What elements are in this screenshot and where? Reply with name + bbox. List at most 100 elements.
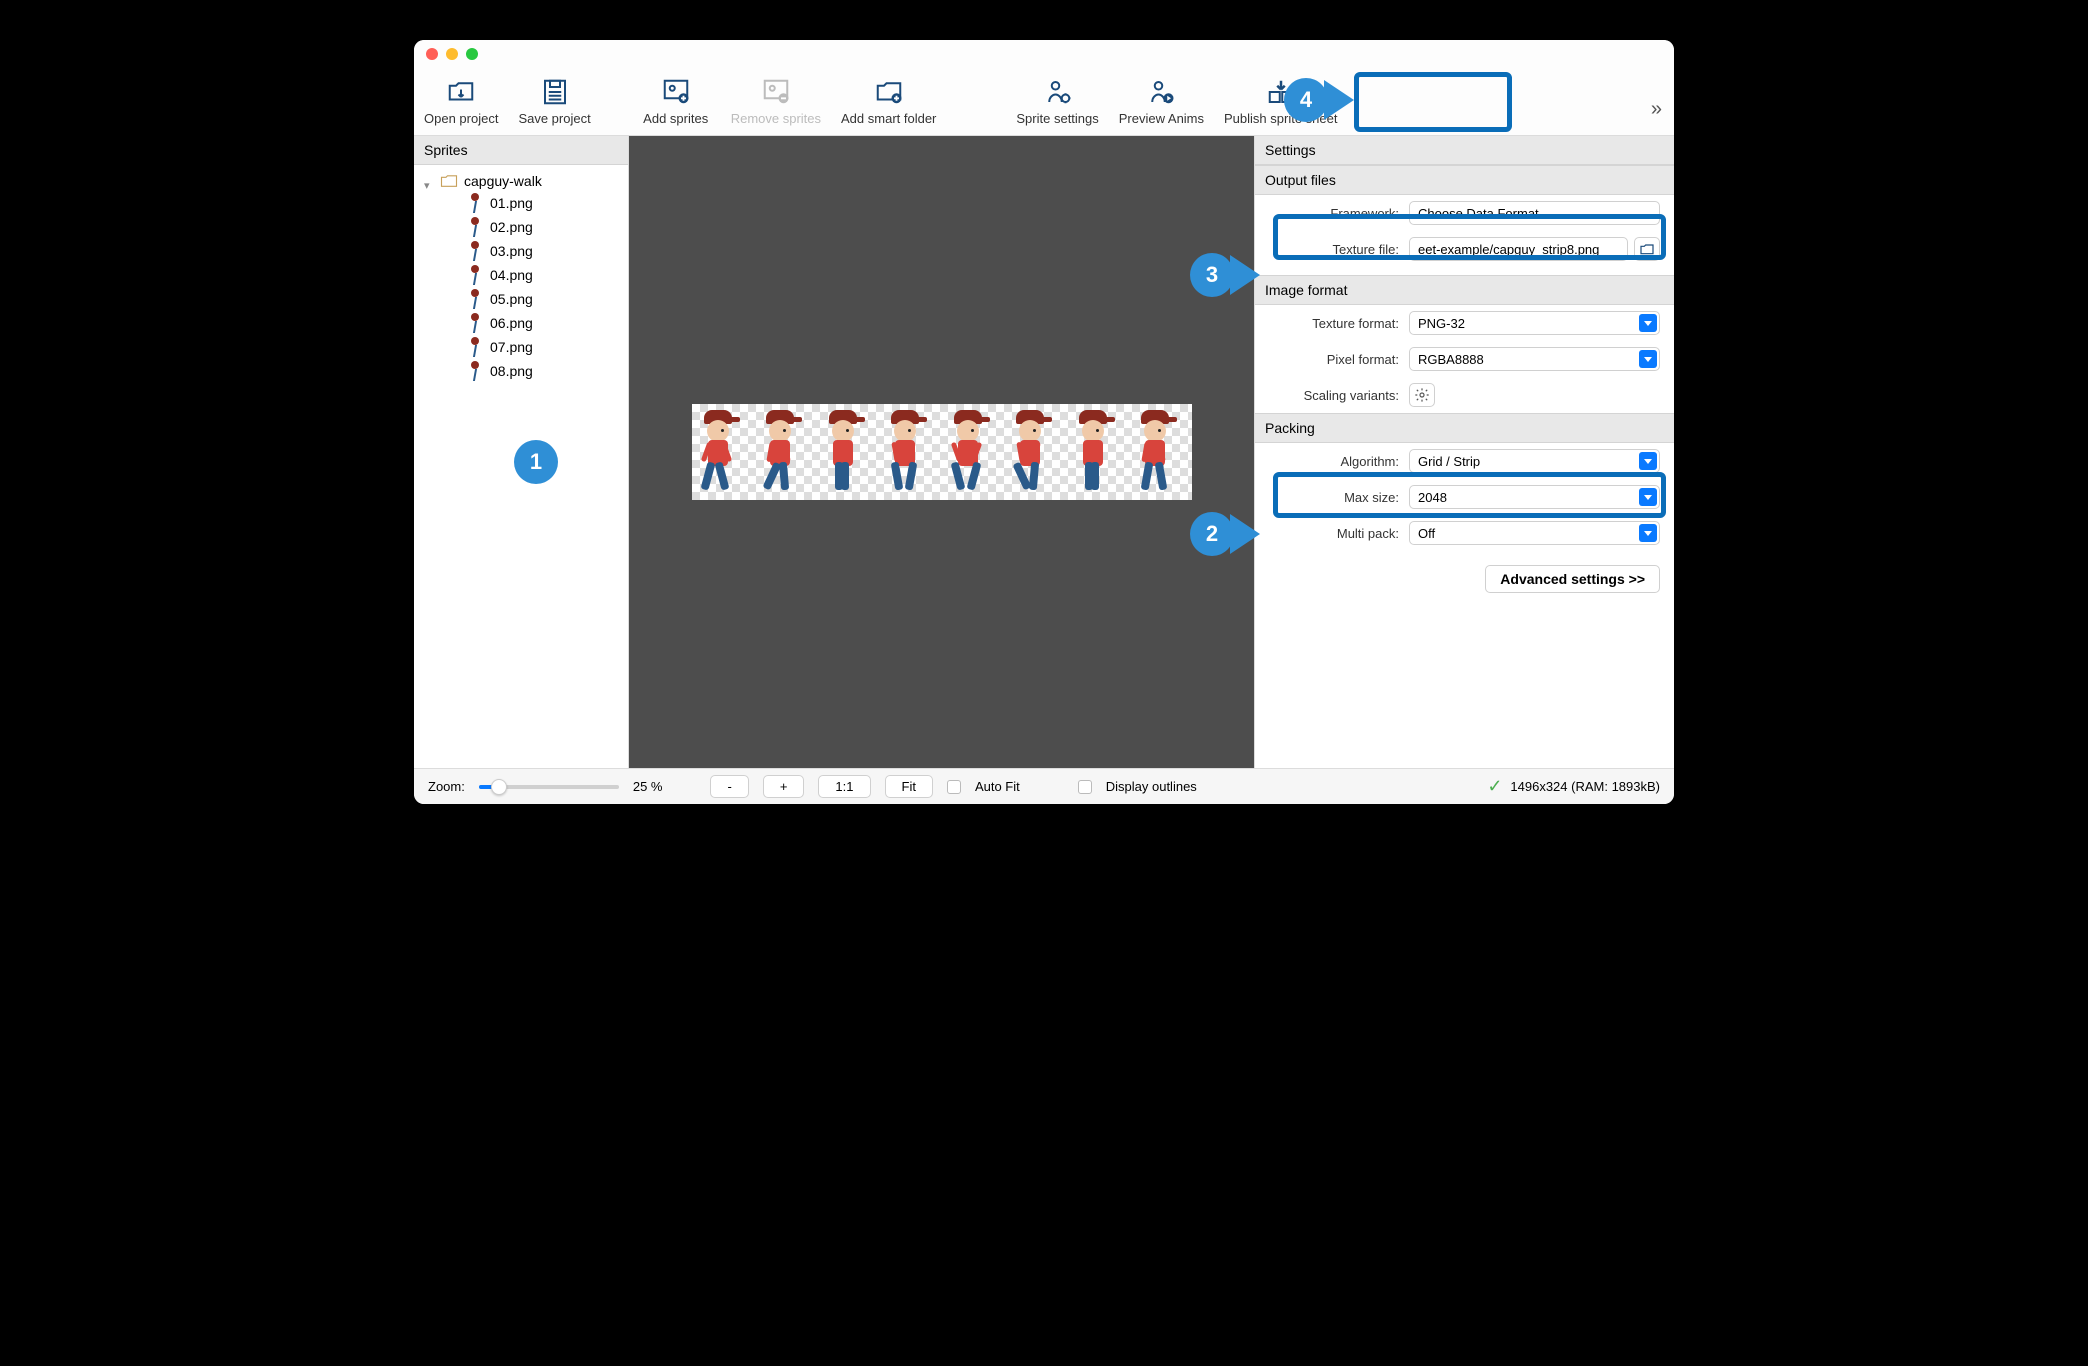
settings-title: Settings bbox=[1255, 136, 1674, 165]
main-area: Sprites capguy-walk 01.png 02.png 03.png… bbox=[414, 136, 1674, 768]
browse-texture-button[interactable] bbox=[1634, 237, 1660, 261]
sprite-settings-button[interactable]: Sprite settings bbox=[1006, 77, 1108, 126]
autofit-checkbox[interactable] bbox=[947, 780, 961, 794]
sprite-settings-icon bbox=[1043, 77, 1073, 107]
callout-4: 4 bbox=[1284, 78, 1354, 122]
tree-file[interactable]: 06.png bbox=[418, 311, 624, 335]
remove-sprites-icon bbox=[761, 77, 791, 107]
file-label: 07.png bbox=[490, 339, 533, 355]
texture-file-value: eet-example/capguy_strip8.png bbox=[1418, 242, 1599, 257]
preview-anims-label: Preview Anims bbox=[1119, 111, 1204, 126]
scaling-variants-button[interactable] bbox=[1409, 383, 1435, 407]
zoom-thumb[interactable] bbox=[491, 779, 507, 795]
maxsize-select[interactable]: 2048 bbox=[1409, 485, 1660, 509]
statusbar: Zoom: 25 % - + 1:1 Fit Auto Fit Display … bbox=[414, 768, 1674, 804]
add-smart-folder-button[interactable]: Add smart folder bbox=[831, 77, 946, 126]
tree-file[interactable]: 03.png bbox=[418, 239, 624, 263]
framework-select[interactable]: Choose Data Format bbox=[1409, 201, 1660, 225]
autofit-label: Auto Fit bbox=[975, 779, 1020, 794]
file-label: 04.png bbox=[490, 267, 533, 283]
sprite-thumb-icon bbox=[468, 265, 482, 285]
preview-icon bbox=[1146, 77, 1176, 107]
pixel-format-value: RGBA8888 bbox=[1418, 352, 1484, 367]
texture-file-label: Texture file: bbox=[1269, 242, 1409, 257]
add-sprites-button[interactable]: Add sprites bbox=[631, 77, 721, 126]
add-folder-label: Add smart folder bbox=[841, 111, 936, 126]
callout-3: 3 bbox=[1190, 253, 1260, 297]
open-project-button[interactable]: Open project bbox=[414, 77, 508, 126]
section-packing: Packing bbox=[1255, 413, 1674, 443]
preview-anims-button[interactable]: Preview Anims bbox=[1109, 77, 1214, 126]
remove-sprites-button: Remove sprites bbox=[721, 77, 831, 126]
maxsize-value: 2048 bbox=[1418, 490, 1447, 505]
sprite-thumb-icon bbox=[468, 217, 482, 237]
maxsize-row: Max size: 2048 bbox=[1255, 479, 1674, 515]
algorithm-select[interactable]: Grid / Strip bbox=[1409, 449, 1660, 473]
folder-open-icon bbox=[446, 77, 476, 107]
file-label: 06.png bbox=[490, 315, 533, 331]
texture-file-row: Texture file: eet-example/capguy_strip8.… bbox=[1255, 231, 1674, 267]
algorithm-value: Grid / Strip bbox=[1418, 454, 1480, 469]
file-label: 02.png bbox=[490, 219, 533, 235]
sprites-panel: Sprites capguy-walk 01.png 02.png 03.png… bbox=[414, 136, 629, 768]
close-button[interactable] bbox=[426, 48, 438, 60]
tree-file[interactable]: 05.png bbox=[418, 287, 624, 311]
framework-value: Choose Data Format bbox=[1418, 206, 1539, 221]
highlight-publish bbox=[1354, 72, 1512, 132]
sprite-thumb-icon bbox=[468, 241, 482, 261]
tree-file[interactable]: 04.png bbox=[418, 263, 624, 287]
add-sprites-icon bbox=[661, 77, 691, 107]
remove-sprites-label: Remove sprites bbox=[731, 111, 821, 126]
texture-format-select[interactable]: PNG-32 bbox=[1409, 311, 1660, 335]
open-project-label: Open project bbox=[424, 111, 498, 126]
tree-file[interactable]: 01.png bbox=[418, 191, 624, 215]
tree-file[interactable]: 07.png bbox=[418, 335, 624, 359]
zoom-100-button[interactable]: 1:1 bbox=[818, 775, 870, 798]
zoom-label: Zoom: bbox=[428, 779, 465, 794]
tree-folder[interactable]: capguy-walk bbox=[418, 171, 624, 191]
texture-file-input[interactable]: eet-example/capguy_strip8.png bbox=[1409, 237, 1628, 261]
pixel-format-select[interactable]: RGBA8888 bbox=[1409, 347, 1660, 371]
zoom-out-button[interactable]: - bbox=[710, 775, 748, 798]
toolbar-overflow-button[interactable]: » bbox=[1651, 98, 1662, 121]
scaling-row: Scaling variants: bbox=[1255, 377, 1674, 413]
multipack-value: Off bbox=[1418, 526, 1435, 541]
callout-badge: 2 bbox=[1190, 512, 1234, 556]
display-outlines-label: Display outlines bbox=[1106, 779, 1197, 794]
minimize-button[interactable] bbox=[446, 48, 458, 60]
sprite-thumb-icon bbox=[468, 289, 482, 309]
zoom-slider[interactable] bbox=[479, 785, 619, 789]
advanced-settings-button[interactable]: Advanced settings >> bbox=[1485, 565, 1660, 593]
multipack-select[interactable]: Off bbox=[1409, 521, 1660, 545]
algorithm-label: Algorithm: bbox=[1269, 454, 1409, 469]
texture-format-value: PNG-32 bbox=[1418, 316, 1465, 331]
zoom-button[interactable] bbox=[466, 48, 478, 60]
file-label: 01.png bbox=[490, 195, 533, 211]
tree-file[interactable]: 08.png bbox=[418, 359, 624, 383]
settings-panel: Settings Output files Framework: Choose … bbox=[1254, 136, 1674, 768]
maxsize-label: Max size: bbox=[1269, 490, 1409, 505]
callout-arrow-icon bbox=[1230, 514, 1260, 554]
pixel-format-row: Pixel format: RGBA8888 bbox=[1255, 341, 1674, 377]
add-folder-icon bbox=[874, 77, 904, 107]
file-label: 08.png bbox=[490, 363, 533, 379]
pixel-format-label: Pixel format: bbox=[1269, 352, 1409, 367]
callout-badge: 4 bbox=[1284, 78, 1328, 122]
callout-arrow-icon bbox=[1324, 80, 1354, 120]
zoom-fit-button[interactable]: Fit bbox=[885, 775, 933, 798]
display-outlines-checkbox[interactable] bbox=[1078, 780, 1092, 794]
zoom-in-button[interactable]: + bbox=[763, 775, 805, 798]
save-project-button[interactable]: Save project bbox=[508, 77, 600, 126]
app-window: Open project Save project Add sprites Re… bbox=[414, 40, 1674, 804]
zoom-percent: 25 % bbox=[633, 779, 663, 794]
sprites-panel-title: Sprites bbox=[414, 136, 628, 165]
texture-format-row: Texture format: PNG-32 bbox=[1255, 305, 1674, 341]
save-project-label: Save project bbox=[518, 111, 590, 126]
scaling-label: Scaling variants: bbox=[1269, 388, 1409, 403]
tree-file[interactable]: 02.png bbox=[418, 215, 624, 239]
sprite-thumb-icon bbox=[468, 337, 482, 357]
canvas[interactable] bbox=[629, 136, 1254, 768]
chevron-down-icon[interactable] bbox=[424, 176, 434, 186]
sprite-thumb-icon bbox=[468, 193, 482, 213]
section-image-format: Image format bbox=[1255, 275, 1674, 305]
